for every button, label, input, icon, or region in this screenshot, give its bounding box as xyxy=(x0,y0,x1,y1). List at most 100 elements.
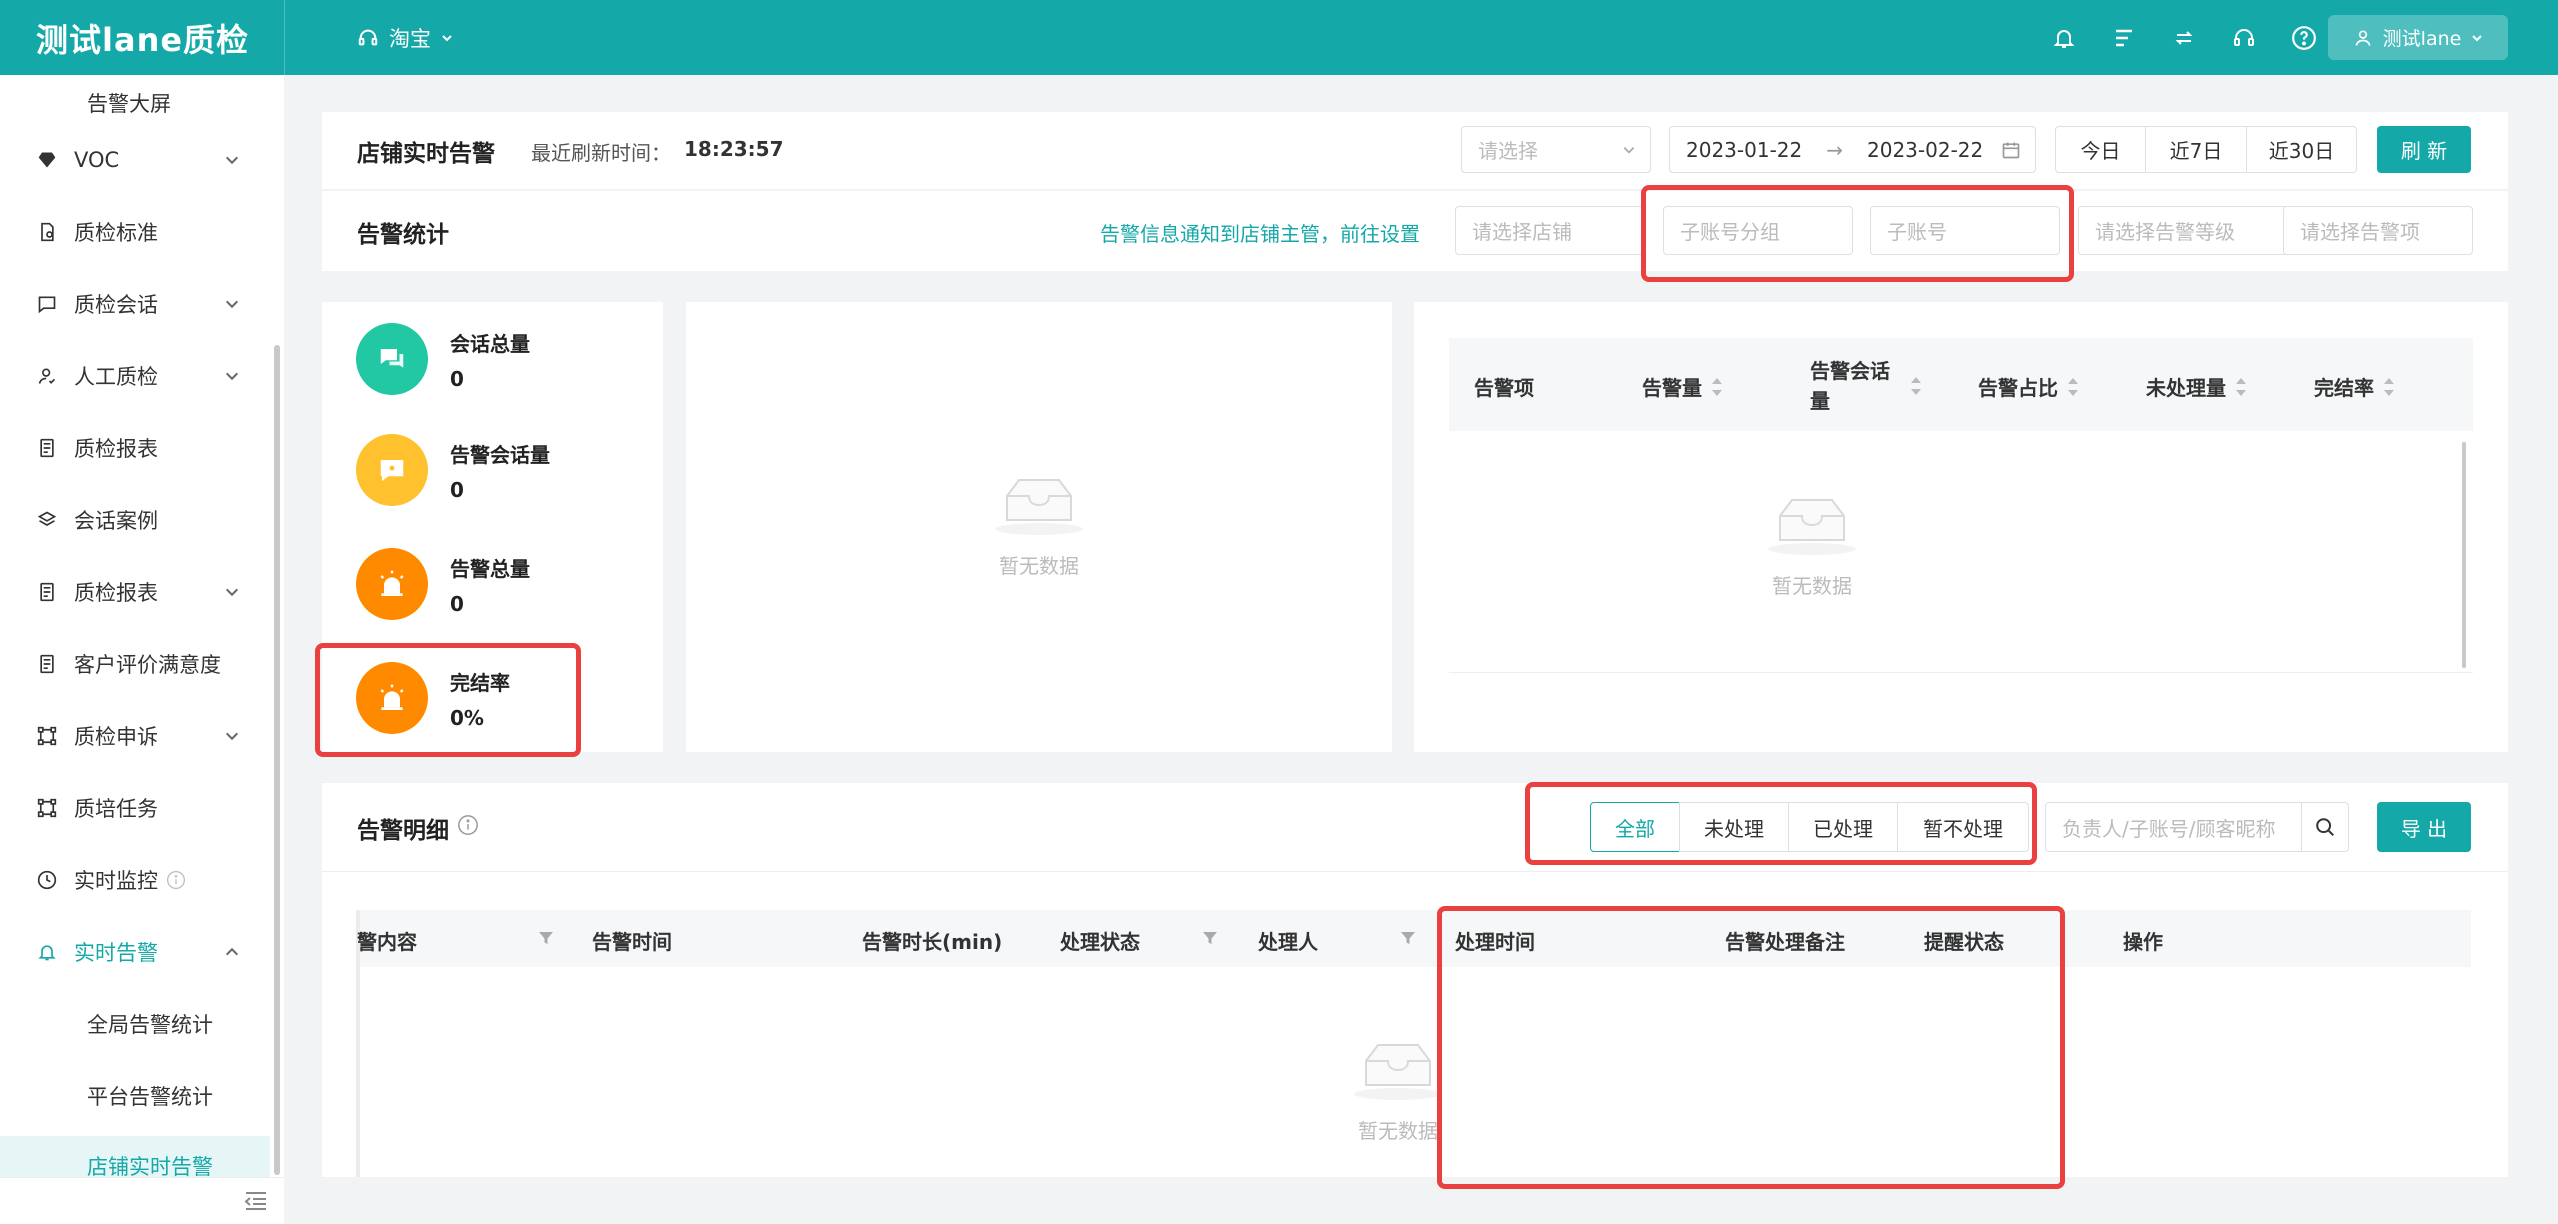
chevron-down-icon xyxy=(1623,146,1635,154)
sidebar-item-qc-report[interactable]: 质检报表 xyxy=(0,418,270,478)
filter-icon[interactable] xyxy=(1202,930,1218,946)
sidebar-item-training-task[interactable]: 质培任务 xyxy=(0,778,270,838)
sidebar-item-qc-appeal[interactable]: 质检申诉 xyxy=(0,706,270,766)
tab-all[interactable]: 全部 xyxy=(1590,802,1680,852)
user-name: 测试lane xyxy=(2382,28,2462,50)
notice-settings-link[interactable]: 告警信息通知到店铺主管，前往设置 xyxy=(1100,218,1420,247)
chevron-down-icon xyxy=(225,588,239,597)
empty-inbox-icon xyxy=(1768,499,1856,555)
nodes-icon xyxy=(36,797,58,819)
sidebar-item-label: 质检报表 xyxy=(74,437,158,461)
store-filter[interactable]: 请选择店铺 xyxy=(1455,206,1645,255)
column-header-sortable[interactable]: 告警会话量 xyxy=(1810,356,1922,416)
column-header: 未处理量 xyxy=(2146,376,2226,400)
switch-icon[interactable] xyxy=(2170,24,2198,52)
filter-icon[interactable] xyxy=(1400,930,1416,946)
support-icon[interactable] xyxy=(2230,24,2258,52)
column-header-sortable[interactable]: 完结率 xyxy=(2314,372,2394,401)
column-header: 操作 xyxy=(2123,930,2163,954)
stat-label: 告警会话量 xyxy=(450,442,550,467)
quick-7days-button[interactable]: 近7日 xyxy=(2145,126,2247,173)
sidebar-item-qc-report-2[interactable]: 质检报表 xyxy=(0,562,270,622)
sidebar-item-label: 实时告警 xyxy=(74,941,158,965)
detail-search-input[interactable]: 负责人/子账号/顾客昵称 xyxy=(2045,802,2302,852)
sidebar-item-label: 告警大屏 xyxy=(87,92,171,116)
bell-icon[interactable] xyxy=(2050,24,2078,52)
sidebar-item-global-alert-stats[interactable]: 全局告警统计 xyxy=(0,994,270,1054)
sidebar-item-voc[interactable]: VOC xyxy=(0,130,270,190)
column-header: 处理时间 xyxy=(1455,930,1535,954)
sort-icon[interactable] xyxy=(2068,377,2078,396)
table-scrollbar[interactable] xyxy=(2462,442,2466,668)
sidebar-item-qc-session[interactable]: 质检会话 xyxy=(0,274,270,334)
user-menu-button[interactable]: 测试lane xyxy=(2328,15,2508,60)
sidebar-item-label: 全局告警统计 xyxy=(87,1013,213,1037)
quick-30days-button[interactable]: 近30日 xyxy=(2246,126,2357,173)
column-header-sortable[interactable]: 未处理量 xyxy=(2146,372,2246,401)
sidebar-item-alert-screen[interactable]: 告警大屏 xyxy=(0,75,270,133)
sidebar-item-label: VOC xyxy=(74,148,120,172)
tab-processed[interactable]: 已处理 xyxy=(1788,802,1898,852)
date-start: 2023-01-22 xyxy=(1686,137,1803,162)
sidebar-scrollbar[interactable] xyxy=(274,345,280,1175)
date-arrow: → xyxy=(1826,137,1843,162)
store-select[interactable]: 请选择 xyxy=(1461,126,1651,173)
stat-label: 会话总量 xyxy=(450,331,530,356)
alert-level-filter[interactable]: 请选择告警等级 xyxy=(2078,206,2288,255)
column-header-sortable[interactable]: 告警量 xyxy=(1642,372,1722,401)
person-icon xyxy=(36,365,58,387)
stat-label: 告警总量 xyxy=(450,556,530,581)
alert-item-filter[interactable]: 请选择告警项 xyxy=(2283,206,2473,255)
quick-today-button[interactable]: 今日 xyxy=(2055,126,2146,173)
sidebar-item-platform-alert-stats[interactable]: 平台告警统计 xyxy=(0,1066,270,1126)
stat-total-alerts: 告警总量 0 xyxy=(356,548,530,620)
chat-bubble-icon xyxy=(356,323,428,395)
export-button[interactable]: 导 出 xyxy=(2377,802,2471,852)
tab-skip[interactable]: 暂不处理 xyxy=(1897,802,2029,852)
empty-state: 暂无数据 xyxy=(971,474,1107,579)
sort-icon[interactable] xyxy=(1712,377,1722,396)
sidebar-item-realtime-monitor[interactable]: 实时监控 xyxy=(0,850,270,910)
sidebar-item-qc-standard[interactable]: 质检标准 xyxy=(0,202,270,262)
sidebar-item-customer-satisfaction[interactable]: 客户评价满意度 xyxy=(0,634,270,694)
empty-text: 暂无数据 xyxy=(999,554,1079,578)
date-range-picker[interactable]: 2023-01-22 → 2023-02-22 xyxy=(1669,126,2036,173)
help-icon[interactable] xyxy=(2290,24,2318,52)
refresh-button[interactable]: 刷 新 xyxy=(2377,126,2471,173)
top-header: 测试lane质检 淘宝 测试lane xyxy=(0,0,2558,75)
sort-icon[interactable] xyxy=(2236,377,2246,396)
stat-completion-rate: 完结率 0% xyxy=(356,662,510,734)
empty-text: 暂无数据 xyxy=(1358,1119,1438,1143)
alert-detail-card: 告警明细 负责人/子账号/顾客昵称 导 出 警内容 告警时间 告警时长(min)… xyxy=(322,783,2508,1177)
sidebar-item-manual-qc[interactable]: 人工质检 xyxy=(0,346,270,406)
header-icon-group xyxy=(2050,0,2318,75)
sidebar-item-session-cases[interactable]: 会话案例 xyxy=(0,490,270,550)
empty-state: 暂无数据 xyxy=(1744,494,1880,599)
sidebar-item-label: 会话案例 xyxy=(74,509,158,533)
subaccount-filter[interactable]: 子账号 xyxy=(1870,206,2060,255)
column-header-sortable[interactable]: 告警占比 xyxy=(1978,372,2078,401)
stat-label: 完结率 xyxy=(450,670,510,695)
chevron-down-icon xyxy=(225,300,239,309)
collapse-menu-icon[interactable] xyxy=(244,1190,268,1212)
sidebar-item-realtime-alert[interactable]: 实时告警 xyxy=(0,922,270,982)
page-title: 店铺实时告警 xyxy=(357,141,495,167)
search-button[interactable] xyxy=(2301,802,2349,852)
clock-icon xyxy=(36,869,58,891)
sort-icon[interactable] xyxy=(1910,377,1922,395)
sidebar-item-label: 质检报表 xyxy=(74,581,158,605)
sort-icon[interactable] xyxy=(2384,377,2394,396)
platform-switcher[interactable]: 淘宝 xyxy=(357,23,453,53)
column-header: 告警处理备注 xyxy=(1725,930,1845,954)
column-header: 处理状态 xyxy=(1060,930,1140,954)
refresh-time-label: 最近刷新时间： xyxy=(531,141,671,165)
platform-label: 淘宝 xyxy=(389,26,431,51)
list-icon[interactable] xyxy=(2110,24,2138,52)
subaccount-group-filter[interactable]: 子账号分组 xyxy=(1663,206,1853,255)
tab-unprocessed[interactable]: 未处理 xyxy=(1679,802,1789,852)
info-icon[interactable] xyxy=(457,814,479,836)
filter-icon[interactable] xyxy=(538,930,554,946)
headset-icon xyxy=(358,29,378,45)
column-header: 告警项 xyxy=(1474,376,1534,400)
empty-inbox-icon xyxy=(995,479,1083,535)
